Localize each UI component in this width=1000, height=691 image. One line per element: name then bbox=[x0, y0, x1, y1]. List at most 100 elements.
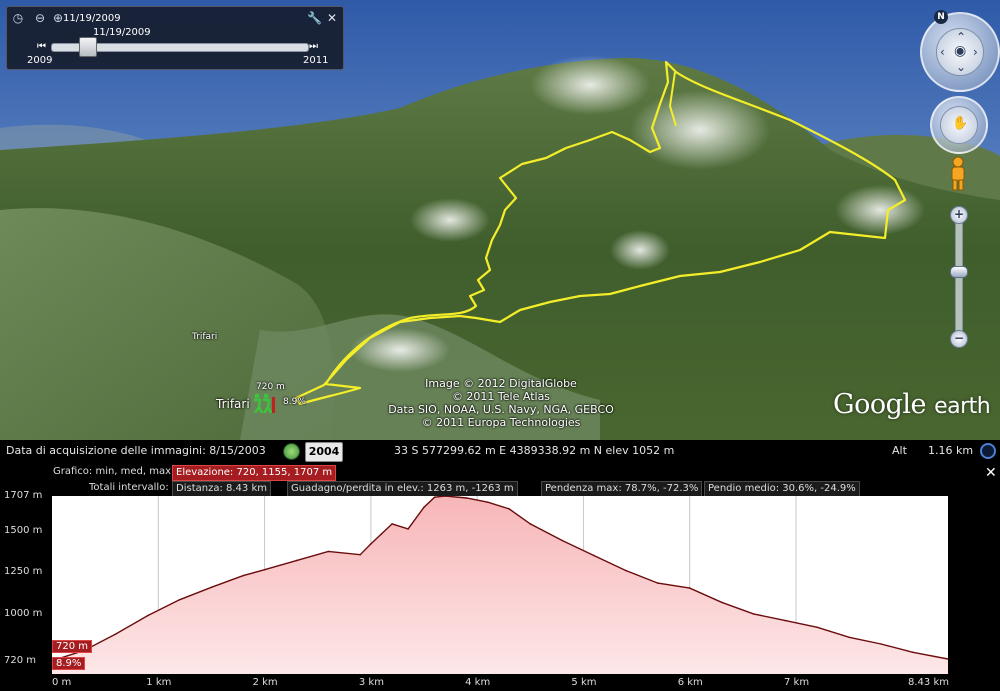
time-slider-panel[interactable]: ◷ ⊖ ⊕ 11/19/2009 🔧 ✕ 11/19/2009 ⏮ ⏭ 2009… bbox=[6, 6, 344, 70]
coordinates-readout: 33 S 577299.62 m E 4389338.92 m N elev 1… bbox=[394, 444, 675, 457]
gain-loss-box: Guadagno/perdita in elev.: 1263 m, -1263… bbox=[287, 481, 518, 497]
y-tick-label: 1250 m bbox=[4, 566, 43, 578]
alt-label: Alt bbox=[892, 444, 907, 457]
zoom-thumb[interactable] bbox=[950, 266, 968, 278]
y-tick-label: 1000 m bbox=[4, 607, 43, 619]
elevation-summary[interactable]: Elevazione: 720, 1155, 1707 m bbox=[172, 465, 337, 481]
compass-north-icon[interactable]: N bbox=[934, 10, 948, 24]
elevation-point bbox=[295, 559, 298, 562]
chevron-right-icon[interactable]: › bbox=[973, 46, 978, 58]
chevron-down-icon[interactable]: ⌄ bbox=[956, 61, 966, 73]
skip-back-icon[interactable]: ⏮ bbox=[37, 41, 46, 52]
elevation-point bbox=[912, 651, 914, 654]
move-joystick[interactable]: ✋ bbox=[940, 106, 978, 144]
zoom-out-icon[interactable]: − bbox=[950, 330, 968, 348]
elevation-point bbox=[561, 539, 563, 542]
start-year-label: 2009 bbox=[27, 55, 53, 66]
elevation-point bbox=[423, 506, 425, 508]
elevation-point bbox=[625, 569, 627, 572]
elevation-point bbox=[487, 501, 489, 503]
close-icon[interactable]: ✕ bbox=[327, 11, 337, 25]
profile-plot-area[interactable] bbox=[51, 495, 949, 674]
hiker-icon[interactable] bbox=[250, 393, 276, 413]
credit-line: Data SIO, NOAA, U.S. Navy, NGA, GEBCO bbox=[388, 403, 614, 416]
credit-line: © 2011 Tele Atlas bbox=[451, 390, 551, 403]
elevation-point bbox=[380, 533, 383, 535]
chevron-up-icon[interactable]: ⌃ bbox=[956, 31, 966, 43]
y-tick-label: 1707 m bbox=[4, 490, 43, 501]
x-tick-label: 7 km bbox=[784, 677, 810, 688]
wrench-icon[interactable]: 🔧 bbox=[307, 11, 322, 25]
chevron-left-icon[interactable]: ‹ bbox=[940, 46, 945, 58]
elevation-point bbox=[370, 543, 372, 545]
elevation-point bbox=[391, 523, 393, 525]
elevation-point bbox=[242, 574, 245, 577]
distance-box: Distanza: 8.43 km bbox=[172, 481, 271, 497]
elevation-point bbox=[263, 568, 266, 571]
credit-line: © 2011 Europa Technologies bbox=[421, 416, 581, 429]
totals-label: Totali intervallo: bbox=[89, 482, 169, 493]
hand-icon: ✋ bbox=[952, 116, 969, 131]
elevation-point bbox=[433, 496, 436, 498]
elevation-point bbox=[593, 554, 595, 557]
elevation-point bbox=[327, 550, 330, 553]
look-joystick[interactable]: ◉ ⌃ ⌄ ‹ › bbox=[936, 28, 984, 76]
place-label-small: Trifari bbox=[192, 332, 218, 342]
map-view[interactable]: ◷ ⊖ ⊕ 11/19/2009 🔧 ✕ 11/19/2009 ⏮ ⏭ 2009… bbox=[0, 0, 1000, 440]
elevation-point bbox=[816, 626, 819, 629]
imagery-credits: Image © 2012 DigitalGlobe © 2011 Tele At… bbox=[370, 377, 632, 429]
avg-slope-box: Pendio medio: 30.6%, -24.9% bbox=[704, 481, 860, 497]
elevation-point bbox=[529, 523, 532, 525]
close-profile-icon[interactable]: ✕ bbox=[985, 465, 997, 481]
imagery-year-button[interactable]: 2004 bbox=[305, 442, 343, 462]
street-view-pegman-icon[interactable] bbox=[948, 156, 968, 192]
elevation-point bbox=[752, 613, 755, 615]
x-tick-label: 4 km bbox=[465, 677, 491, 688]
y-tick-label: 1500 m bbox=[4, 524, 43, 536]
imagery-date: Data di acquisizione delle immagini: 8/1… bbox=[6, 444, 266, 457]
move-control[interactable]: ✋ bbox=[930, 96, 988, 154]
elevation-point bbox=[848, 636, 850, 639]
historical-imagery-icon[interactable] bbox=[283, 443, 300, 460]
zoom-out-time-icon[interactable]: ⊖ bbox=[33, 11, 47, 25]
time-thumb[interactable] bbox=[79, 37, 97, 57]
elevation-point bbox=[784, 619, 787, 622]
cursor-elevation-box: 720 m bbox=[52, 640, 93, 653]
elevation-point bbox=[115, 633, 117, 635]
max-slope-box: Pendenza max: 78.7%, -72.3% bbox=[541, 481, 703, 497]
x-tick-label: 2 km bbox=[252, 677, 278, 688]
elevation-area bbox=[52, 496, 948, 674]
elevation-chart[interactable] bbox=[51, 495, 949, 674]
logo-earth-text: earth bbox=[934, 394, 991, 419]
look-control[interactable]: ◉ ⌃ ⌄ ‹ › bbox=[920, 12, 1000, 92]
elevation-point bbox=[407, 528, 409, 530]
zoom-in-icon[interactable]: + bbox=[950, 206, 968, 224]
y-tick-label: 720 m bbox=[4, 654, 37, 666]
skip-forward-icon[interactable]: ⏭ bbox=[309, 41, 318, 52]
logo-google-text: Google bbox=[833, 389, 926, 420]
credit-line: Image © 2012 DigitalGlobe bbox=[425, 377, 577, 390]
x-tick-label: 3 km bbox=[358, 677, 384, 688]
alt-value: 1.16 km bbox=[928, 444, 974, 457]
elevation-point bbox=[688, 587, 691, 589]
x-tick-label: 6 km bbox=[677, 677, 703, 688]
elevation-point bbox=[880, 643, 882, 645]
x-tick-label: 0 m bbox=[52, 677, 72, 688]
elevation-point bbox=[210, 586, 213, 589]
clock-icon[interactable]: ◷ bbox=[11, 11, 25, 25]
x-tick-label: 8.43 km bbox=[908, 677, 949, 688]
status-bar: Data di acquisizione delle immagini: 8/1… bbox=[0, 440, 1000, 462]
zoom-slider[interactable]: + − bbox=[950, 206, 968, 348]
streaming-status-icon bbox=[980, 443, 996, 459]
current-date-label: 11/19/2009 bbox=[63, 13, 121, 24]
thumb-date-label: 11/19/2009 bbox=[93, 27, 151, 38]
graph-label: Grafico: min, med, max: bbox=[53, 466, 175, 477]
elevation-point bbox=[720, 601, 723, 604]
elevation-point bbox=[146, 614, 149, 617]
hiker-grade-label: 8.9% bbox=[283, 397, 306, 407]
elevation-point bbox=[359, 553, 362, 556]
elevation-point bbox=[465, 497, 468, 499]
eye-icon: ◉ bbox=[954, 43, 967, 59]
profile-stats-row-1: Grafico: min, med, max: Elevazione: 720,… bbox=[0, 465, 980, 481]
hiker-elevation-label: 720 m bbox=[256, 382, 285, 392]
